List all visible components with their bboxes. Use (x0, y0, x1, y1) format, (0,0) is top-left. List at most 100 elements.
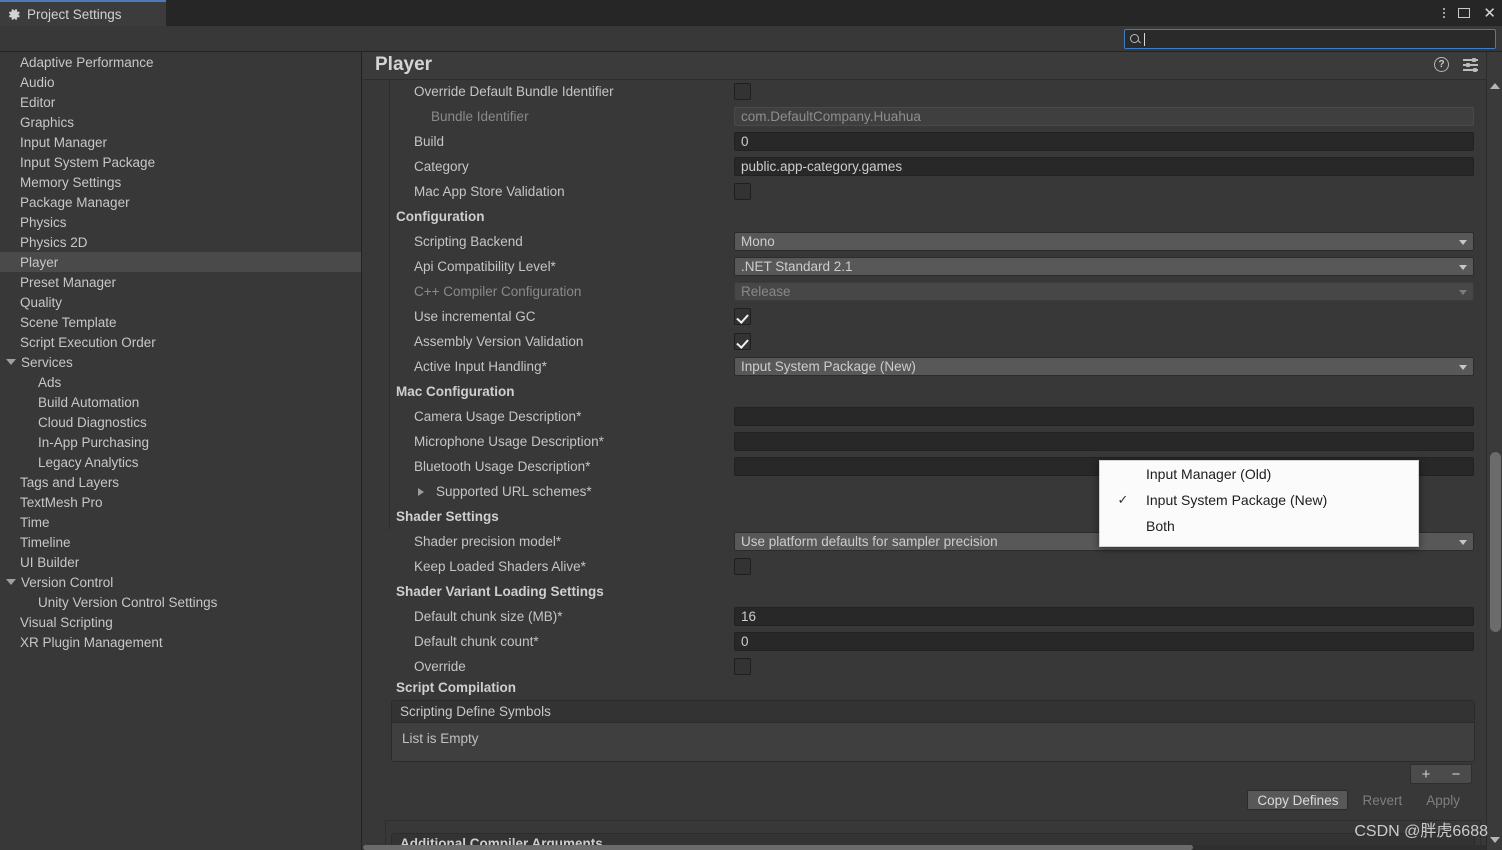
sidebar-item-ui-builder[interactable]: UI Builder (0, 552, 361, 572)
dropdown-value: Release (741, 284, 791, 299)
add-button[interactable]: + (1411, 765, 1441, 783)
sidebar-bottom-pad (0, 836, 361, 850)
checkbox-mac-app-store-validation[interactable] (734, 183, 751, 200)
sidebar-item-ads[interactable]: Ads (0, 372, 361, 392)
sidebar-item-label: Preset Manager (20, 274, 117, 290)
settings-sidebar[interactable]: Adaptive Performance Audio Editor Graphics I… (0, 52, 362, 850)
sidebar-item-label: Unity Version Control Settings (38, 594, 218, 610)
sidebar-item-physics[interactable]: Physics (0, 212, 361, 232)
vertical-scrollbar[interactable] (1486, 52, 1502, 850)
dropdown-value: Input System Package (New) (741, 359, 916, 374)
sidebar-item-cloud-diagnostics[interactable]: Cloud Diagnostics (0, 412, 361, 432)
menu-item-input-manager-old[interactable]: Input Manager (Old) (1100, 461, 1418, 487)
property-label: Bundle Identifier (431, 109, 529, 124)
preset-icon[interactable] (1463, 57, 1478, 72)
checkbox-override[interactable] (734, 658, 751, 675)
property-row-bundle-identifier: Bundle Identifier com.DefaultCompany.Huah… (363, 105, 1480, 130)
scroll-up-arrow-icon[interactable] (1487, 78, 1502, 94)
sidebar-item-graphics[interactable]: Graphics (0, 112, 361, 132)
property-row-mac-app-store-validation: Mac App Store Validation (363, 180, 1480, 205)
sidebar-item-package-manager[interactable]: Package Manager (0, 192, 361, 212)
sidebar-item-editor[interactable]: Editor (0, 92, 361, 112)
checkbox-assembly-version-validation[interactable] (734, 333, 751, 350)
menu-item-input-system-package-new[interactable]: ✓ Input System Package (New) (1100, 487, 1418, 513)
checkbox-override-default-bundle-identifier[interactable] (734, 83, 751, 100)
sidebar-item-script-execution-order[interactable]: Script Execution Order (0, 332, 361, 352)
sidebar-item-player[interactable]: Player (0, 252, 361, 272)
property-label: Camera Usage Description* (414, 409, 582, 424)
property-row-build: Build 0 (363, 130, 1480, 155)
property-row-c-compiler-configuration: C++ Compiler Configuration Release (363, 280, 1480, 305)
text-field-bundle-identifier[interactable]: com.DefaultCompany.Huahua (734, 107, 1474, 126)
window-menu-icon[interactable] (1443, 8, 1446, 18)
sidebar-item-quality[interactable]: Quality (0, 292, 361, 312)
sidebar-item-memory-settings[interactable]: Memory Settings (0, 172, 361, 192)
sidebar-item-build-automation[interactable]: Build Automation (0, 392, 361, 412)
dropdown-active-input-handling[interactable]: Input System Package (New) (734, 357, 1474, 376)
sidebar-item-adaptive-performance[interactable]: Adaptive Performance (0, 52, 361, 72)
sidebar-item-in-app-purchasing[interactable]: In-App Purchasing (0, 432, 361, 452)
text-field-camera-usage-description[interactable] (734, 407, 1474, 426)
sidebar-item-textmesh-pro[interactable]: TextMesh Pro (0, 492, 361, 512)
dropdown-scripting-backend[interactable]: Mono (734, 232, 1474, 251)
scripting-define-symbols-list[interactable]: Scripting Define Symbols List is Empty (391, 700, 1475, 762)
scroll-down-arrow-icon[interactable] (1487, 832, 1502, 848)
sidebar-item-label: Script Execution Order (20, 334, 156, 350)
chevron-down-icon[interactable] (6, 359, 16, 365)
sidebar-item-time[interactable]: Time (0, 512, 361, 532)
property-label: Default chunk count* (414, 634, 539, 649)
text-field-default-chunk-size-mb[interactable]: 16 (734, 607, 1474, 626)
section-shader-variant-loading-settings: Shader Variant Loading Settings (363, 580, 1480, 605)
sidebar-item-audio[interactable]: Audio (0, 72, 361, 92)
sidebar-item-unity-version-control-settings[interactable]: Unity Version Control Settings (0, 592, 361, 612)
text-field-default-chunk-count[interactable]: 0 (734, 632, 1474, 651)
sidebar-item-physics-2d[interactable]: Physics 2D (0, 232, 361, 252)
property-label: Override Default Bundle Identifier (414, 84, 614, 99)
remove-button[interactable]: − (1441, 765, 1471, 783)
horizontal-scrollbar-thumb[interactable] (363, 845, 1193, 850)
property-row-active-input-handling: Active Input Handling* Input System Packa… (363, 355, 1480, 380)
sidebar-item-xr-plugin-management[interactable]: XR Plugin Management (0, 632, 361, 652)
search-input[interactable] (1124, 29, 1496, 49)
maximize-icon[interactable] (1458, 8, 1471, 18)
sidebar-item-scene-template[interactable]: Scene Template (0, 312, 361, 332)
sidebar-item-label: Physics 2D (20, 234, 88, 250)
property-label: Shader Variant Loading Settings (396, 584, 604, 599)
chevron-right-icon[interactable] (418, 488, 424, 496)
check-icon: ✓ (1117, 492, 1129, 507)
sidebar-item-label: Legacy Analytics (38, 454, 139, 470)
copy-defines-button[interactable]: Copy Defines (1247, 790, 1349, 810)
checkbox-use-incremental-gc[interactable] (734, 308, 751, 325)
tab-project-settings[interactable]: Project Settings (0, 0, 166, 26)
apply-button[interactable]: Apply (1416, 790, 1470, 810)
sidebar-item-timeline[interactable]: Timeline (0, 532, 361, 552)
sidebar-item-tags-and-layers[interactable]: Tags and Layers (0, 472, 361, 492)
sidebar-item-services[interactable]: Services (0, 352, 361, 372)
property-label: Configuration (396, 209, 485, 224)
sidebar-item-label: Package Manager (20, 194, 130, 210)
menu-item-both[interactable]: Both (1100, 513, 1418, 539)
vertical-scrollbar-thumb[interactable] (1490, 452, 1501, 632)
active-input-handling-dropdown-menu[interactable]: Input Manager (Old) ✓ Input System Package… (1099, 460, 1419, 547)
sidebar-item-input-system-package[interactable]: Input System Package (0, 152, 361, 172)
sidebar-item-legacy-analytics[interactable]: Legacy Analytics (0, 452, 361, 472)
sidebar-item-version-control[interactable]: Version Control (0, 572, 361, 592)
property-label: Keep Loaded Shaders Alive* (414, 559, 586, 574)
help-icon[interactable]: ? (1434, 57, 1449, 72)
menu-item-label: Both (1146, 518, 1175, 534)
sidebar-item-input-manager[interactable]: Input Manager (0, 132, 361, 152)
chevron-down-icon[interactable] (6, 579, 16, 585)
revert-button[interactable]: Revert (1352, 790, 1412, 810)
horizontal-scrollbar[interactable] (363, 845, 1486, 850)
sidebar-item-visual-scripting[interactable]: Visual Scripting (0, 612, 361, 632)
dropdown-api-compatibility-level[interactable]: .NET Standard 2.1 (734, 257, 1474, 276)
text-field-microphone-usage-description[interactable] (734, 432, 1474, 451)
field-value: 16 (741, 609, 757, 624)
text-field-build[interactable]: 0 (734, 132, 1474, 151)
checkbox-keep-loaded-shaders-alive[interactable] (734, 558, 751, 575)
close-icon[interactable]: ✕ (1483, 6, 1496, 21)
dropdown-c-compiler-configuration[interactable]: Release (734, 282, 1474, 301)
text-field-category[interactable]: public.app-category.games (734, 157, 1474, 176)
sidebar-item-preset-manager[interactable]: Preset Manager (0, 272, 361, 292)
property-label: C++ Compiler Configuration (414, 284, 582, 299)
